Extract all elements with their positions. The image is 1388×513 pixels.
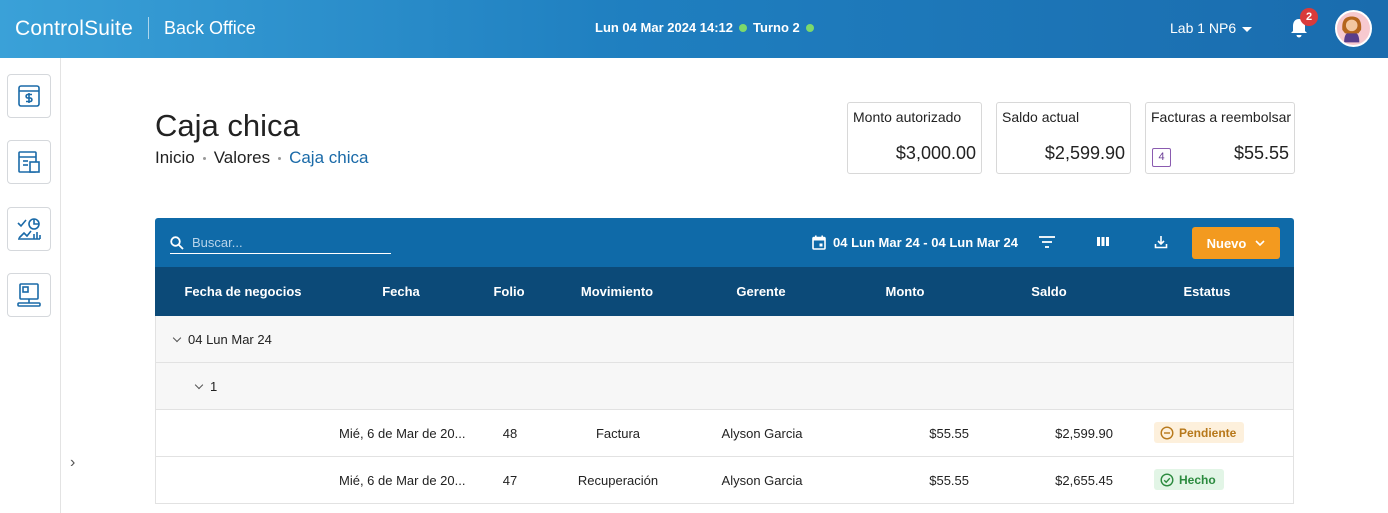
cell-balance: $2,599.90 bbox=[1055, 426, 1113, 441]
search-box[interactable] bbox=[170, 232, 391, 254]
card-label: Monto autorizado bbox=[853, 109, 962, 125]
table-row[interactable]: Mié, 6 de Mar de 20... 47 Recuperación A… bbox=[155, 457, 1294, 504]
columns-icon[interactable] bbox=[1096, 234, 1110, 250]
calendar-icon bbox=[812, 235, 826, 250]
cell-date: Mié, 6 de Mar de 20... bbox=[339, 473, 466, 488]
invoice-count-badge[interactable]: 4 bbox=[1152, 148, 1171, 167]
date-range-label: 04 Lun Mar 24 - 04 Lun Mar 24 bbox=[833, 235, 1018, 250]
session-info: Lun 04 Mar 2024 14:12 Turno 2 bbox=[595, 20, 814, 35]
date-range-picker[interactable]: 04 Lun Mar 24 - 04 Lun Mar 24 bbox=[812, 235, 1018, 250]
card-value: $55.55 bbox=[1233, 143, 1289, 163]
reports-chart-icon bbox=[17, 218, 41, 240]
breadcrumb-separator bbox=[202, 156, 206, 160]
sidebar-item-cash[interactable] bbox=[7, 74, 51, 118]
status-label: Hecho bbox=[1179, 472, 1216, 487]
chevron-down-icon bbox=[172, 333, 182, 342]
location-label: Lab 1 NP6 bbox=[1170, 20, 1237, 36]
cell-amount: $55.55 bbox=[929, 473, 969, 488]
cell-manager: Alyson Garcia bbox=[721, 473, 803, 488]
check-circle-icon bbox=[1160, 472, 1174, 487]
column-header-date[interactable]: Fecha bbox=[382, 284, 420, 299]
breadcrumb-current[interactable]: Caja chica bbox=[289, 148, 368, 168]
cell-folio: 47 bbox=[502, 473, 518, 488]
new-button[interactable]: Nuevo bbox=[1192, 227, 1280, 259]
page-title: Caja chica bbox=[155, 108, 300, 143]
table-header: Fecha de negocios Fecha Folio Movimiento… bbox=[155, 267, 1294, 316]
chevron-down-icon bbox=[1255, 240, 1265, 246]
breadcrumb-valores[interactable]: Valores bbox=[214, 148, 270, 168]
sidebar-item-documents[interactable] bbox=[7, 140, 51, 184]
cell-date: Mié, 6 de Mar de 20... bbox=[339, 426, 466, 441]
sidebar-expand-icon[interactable]: › bbox=[70, 454, 75, 472]
new-button-label: Nuevo bbox=[1206, 235, 1247, 251]
card-label: Saldo actual bbox=[1002, 109, 1080, 125]
shift-label: Turno 2 bbox=[753, 20, 800, 35]
cell-movement: Recuperación bbox=[577, 473, 659, 488]
sidebar-item-terminal[interactable] bbox=[7, 273, 51, 317]
user-avatar-icon bbox=[1342, 16, 1362, 43]
group-row-date: 04 Lun Mar 24 bbox=[155, 316, 1294, 363]
group-label: 1 bbox=[210, 379, 218, 394]
top-bar: ControlSuite Back Office Lun 04 Mar 2024… bbox=[0, 0, 1388, 58]
column-header-business-date[interactable]: Fecha de negocios bbox=[184, 284, 301, 299]
cash-register-icon bbox=[18, 85, 40, 107]
cell-amount: $55.55 bbox=[929, 426, 969, 441]
breadcrumb: Inicio Valores Caja chica bbox=[155, 148, 368, 168]
card-invoices-to-reimburse: Facturas a reembolsar 4 $55.55 bbox=[1145, 102, 1295, 174]
avatar[interactable] bbox=[1335, 10, 1372, 47]
card-label: Facturas a reembolsar bbox=[1151, 109, 1292, 125]
notification-badge: 2 bbox=[1300, 8, 1318, 26]
status-badge: Pendiente bbox=[1154, 422, 1245, 443]
cell-manager: Alyson Garcia bbox=[721, 426, 803, 441]
search-input[interactable] bbox=[192, 235, 382, 250]
terminal-icon bbox=[17, 283, 41, 307]
card-current-balance: Saldo actual $2,599.90 bbox=[996, 102, 1131, 174]
cell-balance: $2,655.45 bbox=[1055, 473, 1113, 488]
brand-divider bbox=[148, 17, 149, 39]
group-row-folio: 1 bbox=[155, 363, 1294, 410]
cell-folio: 48 bbox=[502, 426, 518, 441]
breadcrumb-home[interactable]: Inicio bbox=[155, 148, 195, 168]
status-badge: Hecho bbox=[1154, 469, 1224, 490]
pending-circle-icon bbox=[1160, 425, 1174, 440]
location-selector[interactable]: Lab 1 NP6 bbox=[1170, 20, 1253, 36]
column-header-folio[interactable]: Folio bbox=[493, 284, 524, 299]
brand-logo[interactable]: ControlSuite bbox=[15, 17, 133, 41]
filter-icon[interactable] bbox=[1038, 234, 1056, 250]
documents-icon bbox=[18, 151, 40, 173]
shift-status-dot-icon bbox=[805, 23, 814, 32]
group-toggle[interactable]: 1 bbox=[194, 379, 218, 394]
group-toggle[interactable]: 04 Lun Mar 24 bbox=[172, 332, 272, 347]
column-header-status[interactable]: Estatus bbox=[1184, 284, 1231, 299]
card-value: $2,599.90 bbox=[1044, 143, 1125, 163]
search-icon bbox=[170, 235, 184, 250]
table-toolbar: 04 Lun Mar 24 - 04 Lun Mar 24 Nuevo bbox=[155, 218, 1294, 267]
sidebar: › bbox=[0, 58, 75, 513]
card-authorized-amount: Monto autorizado $3,000.00 bbox=[847, 102, 982, 174]
group-label: 04 Lun Mar 24 bbox=[188, 332, 272, 347]
status-dot-icon bbox=[739, 23, 748, 32]
column-header-amount[interactable]: Monto bbox=[886, 284, 925, 299]
cell-movement: Factura bbox=[595, 426, 641, 441]
caret-down-icon bbox=[1242, 26, 1253, 32]
column-header-balance[interactable]: Saldo bbox=[1031, 284, 1066, 299]
status-label: Pendiente bbox=[1179, 425, 1237, 440]
module-title: Back Office bbox=[164, 18, 256, 38]
sidebar-item-reports[interactable] bbox=[7, 207, 51, 251]
breadcrumb-separator bbox=[278, 156, 282, 160]
download-icon[interactable] bbox=[1154, 234, 1168, 250]
column-header-movement[interactable]: Movimiento bbox=[581, 284, 653, 299]
current-datetime: Lun 04 Mar 2024 14:12 bbox=[595, 20, 734, 35]
card-value: $3,000.00 bbox=[895, 143, 976, 163]
column-header-manager[interactable]: Gerente bbox=[736, 284, 785, 299]
table-row[interactable]: Mié, 6 de Mar de 20... 48 Factura Alyson… bbox=[155, 410, 1294, 457]
chevron-down-icon bbox=[194, 380, 204, 389]
